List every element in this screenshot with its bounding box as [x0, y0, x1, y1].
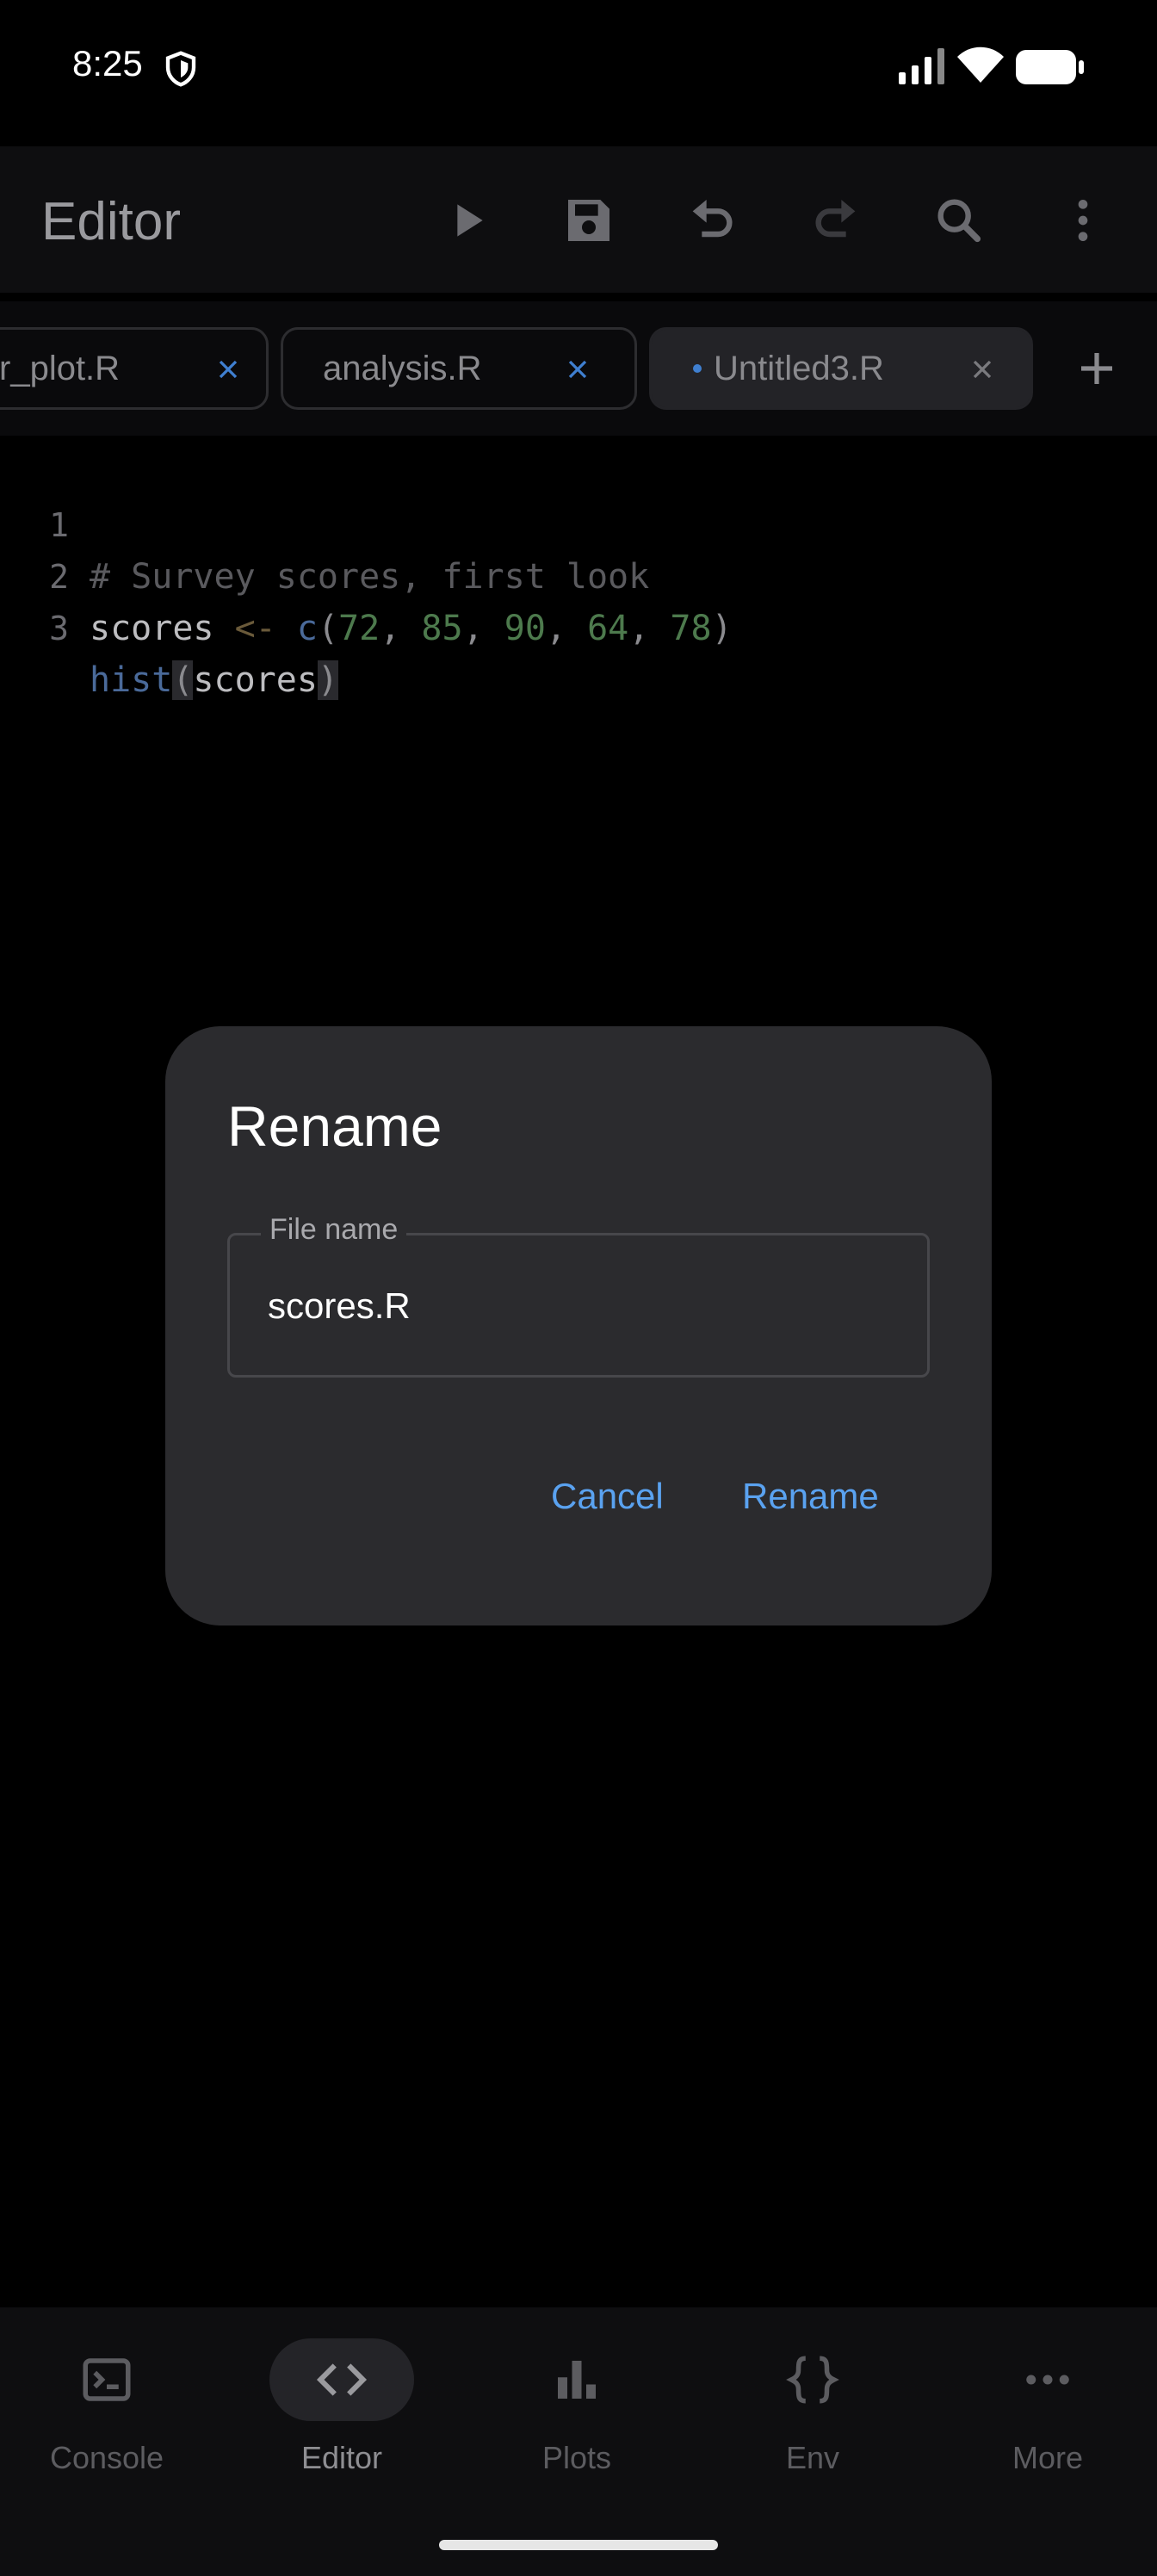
- status-time: 8:25: [72, 43, 143, 84]
- tab-analysis[interactable]: analysis.R: [281, 327, 637, 410]
- redo-icon: [815, 200, 856, 238]
- close-icon: [568, 360, 587, 379]
- line-number: 3: [49, 610, 69, 647]
- nav-label: Plots: [541, 2440, 612, 2475]
- search-icon: [937, 199, 981, 243]
- file-tab-strip: r_plot.R analysis.R Untitled3.R: [0, 301, 1157, 436]
- nav-item-more[interactable]: More: [944, 2338, 1151, 2493]
- dialog-title: Rename: [227, 1094, 442, 1158]
- nav-item-plots[interactable]: Plots: [473, 2338, 680, 2493]
- file-name-label: File name: [261, 1213, 407, 1247]
- page-title: Editor: [41, 192, 181, 251]
- more-vertical-icon: [1078, 200, 1088, 241]
- battery-icon: [1016, 50, 1084, 84]
- shield-icon: [165, 51, 196, 87]
- code-content: hist(scores): [90, 660, 339, 700]
- new-tab-button[interactable]: [1067, 339, 1126, 398]
- home-indicator[interactable]: [439, 2540, 718, 2550]
- plus-icon: [1081, 353, 1112, 384]
- braces-icon: [786, 2356, 839, 2404]
- unsaved-dot-icon: [693, 364, 702, 373]
- nav-label: Console: [49, 2440, 164, 2475]
- tab-label: r_plot.R: [0, 349, 121, 387]
- signal-icon: [899, 48, 944, 84]
- code-line: 1 # Survey scores, first look: [0, 448, 1157, 597]
- tab-label: Untitled3.R: [714, 349, 884, 387]
- status-bar: 8:25: [0, 0, 1157, 138]
- close-tab-button[interactable]: [209, 350, 247, 388]
- tab-r-plot[interactable]: r_plot.R: [0, 327, 269, 410]
- play-icon: [457, 204, 483, 237]
- wifi-icon: [957, 46, 1004, 83]
- file-name-input[interactable]: [268, 1279, 888, 1334]
- rename-button[interactable]: Rename: [742, 1465, 879, 1527]
- cancel-button[interactable]: Cancel: [551, 1465, 664, 1527]
- app-bar: Editor: [0, 146, 1157, 293]
- console-icon: [83, 2358, 131, 2401]
- nav-item-console[interactable]: Console: [3, 2338, 210, 2493]
- nav-label: Env: [785, 2440, 840, 2475]
- bottom-navigation: Console Editor Plots Env More: [0, 2307, 1157, 2576]
- close-tab-button[interactable]: [963, 350, 1001, 388]
- search-button[interactable]: [928, 189, 990, 251]
- nav-label: More: [1012, 2440, 1084, 2475]
- code-editor[interactable]: 1 # Survey scores, first look 2 scores <…: [0, 448, 1157, 700]
- close-tab-button[interactable]: [559, 350, 597, 388]
- code-content: scores <- c(72, 85, 90, 64, 78): [90, 609, 733, 648]
- tab-label: analysis.R: [323, 349, 482, 387]
- code-icon: [316, 2363, 368, 2396]
- save-button[interactable]: [558, 189, 620, 251]
- nav-label: Editor: [300, 2440, 383, 2475]
- undo-button[interactable]: [680, 189, 742, 251]
- save-icon: [568, 200, 609, 241]
- close-icon: [973, 360, 992, 379]
- bar-chart-icon: [558, 2361, 596, 2399]
- code-line: 3 hist(scores): [0, 551, 1157, 700]
- overflow-menu-button[interactable]: [1052, 189, 1114, 251]
- undo-icon: [692, 200, 733, 238]
- redo-button[interactable]: [806, 189, 868, 251]
- code-line: 2 scores <- c(72, 85, 90, 64, 78): [0, 499, 1157, 648]
- rename-dialog: Rename File name Cancel Rename: [165, 1026, 992, 1625]
- close-icon: [219, 360, 238, 379]
- file-name-field[interactable]: File name: [227, 1213, 930, 1378]
- tab-untitled3[interactable]: Untitled3.R: [649, 327, 1033, 410]
- more-horizontal-icon: [1026, 2375, 1069, 2385]
- nav-item-editor[interactable]: Editor: [238, 2338, 445, 2493]
- run-button[interactable]: [436, 189, 498, 251]
- nav-item-env[interactable]: Env: [709, 2338, 916, 2493]
